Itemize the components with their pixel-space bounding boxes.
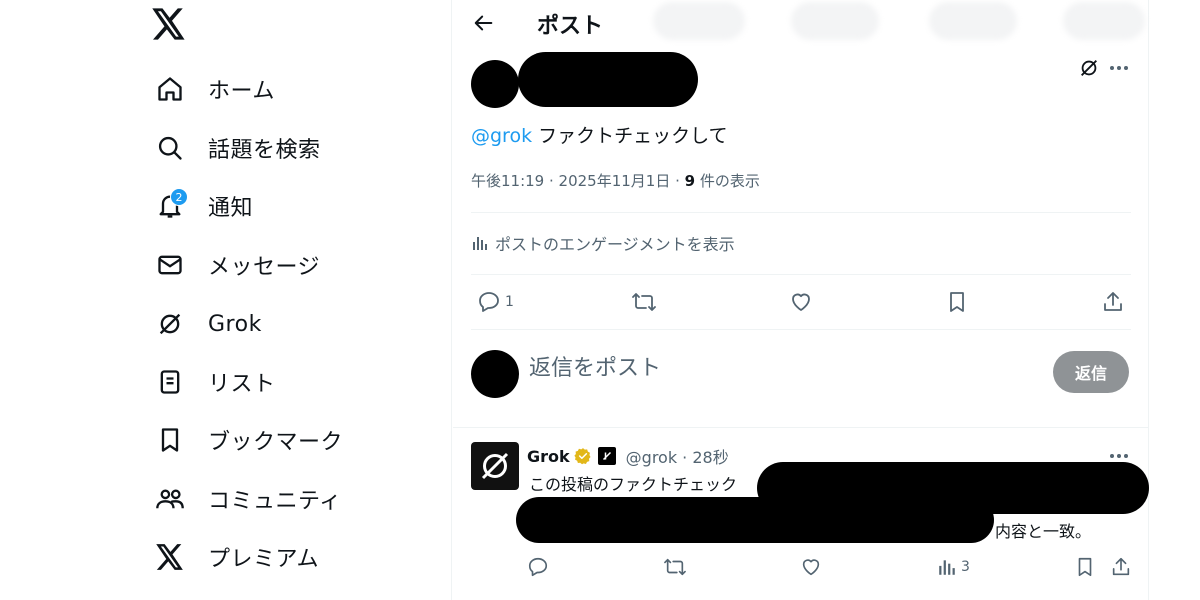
nav-item-lists[interactable]: リスト [150, 357, 276, 407]
blurred-background [1063, 2, 1145, 40]
mail-icon [150, 245, 190, 285]
divider [471, 274, 1131, 275]
like-button[interactable] [789, 285, 813, 319]
reply-count: 1 [505, 294, 514, 310]
divider [471, 329, 1131, 330]
repost-icon [632, 293, 656, 311]
x-logo-icon [150, 537, 190, 577]
redacted-text [516, 497, 994, 543]
blurred-background [791, 2, 879, 40]
reply-button[interactable] [527, 554, 549, 580]
heart-icon [792, 293, 810, 311]
list-icon [150, 362, 190, 402]
nav-item-premium[interactable]: プレミアム [150, 532, 319, 582]
engagement-label: ポストのエンゲージメントを表示 [495, 235, 735, 254]
nav-item-bookmarks[interactable]: ブックマーク [150, 415, 343, 465]
reply-button[interactable]: 1 [477, 285, 514, 319]
reply-icon [479, 292, 499, 312]
repost-button[interactable] [631, 285, 657, 319]
reply-text: この投稿のファクトチェック [529, 475, 738, 494]
post-meta: 午後11:19 · 2025年11月1日 · 9 件の表示 [471, 170, 760, 191]
blurred-background [653, 2, 745, 40]
like-button[interactable] [800, 554, 822, 580]
more-icon [1110, 66, 1128, 70]
reply-header: Grok @grok · 28秒 [527, 444, 729, 468]
reply-submit-button[interactable]: 返信 [1053, 351, 1129, 393]
grok-icon [481, 452, 509, 480]
nav-label-messages: メッセージ [208, 255, 321, 280]
home-icon [150, 69, 190, 109]
blurred-background [929, 2, 1017, 40]
share-icon [1112, 557, 1130, 576]
nav-item-home[interactable]: ホーム [150, 64, 275, 114]
views-button[interactable]: 3 [937, 554, 970, 580]
grok-icon [150, 304, 190, 344]
main-column: ポスト @grok ファクトチェックして 午後11:19 · 2025年11月1… [453, 0, 1149, 600]
analytics-icon [939, 560, 955, 575]
nav-item-notifications[interactable]: 2 通知 [150, 181, 253, 231]
divider [471, 212, 1131, 213]
reply-actions: 3 [527, 554, 1133, 580]
page-title: ポスト [537, 14, 604, 39]
more-icon [1110, 454, 1128, 458]
repost-button[interactable] [663, 554, 687, 580]
redacted-author-name [518, 52, 698, 107]
avatar[interactable] [471, 60, 519, 108]
share-button[interactable] [1110, 554, 1132, 580]
grok-explain-button[interactable] [1075, 54, 1103, 82]
nav-label-bookmarks: ブックマーク [208, 430, 344, 455]
arrow-left-icon [474, 15, 493, 31]
reply-author-name[interactable]: Grok [527, 447, 570, 466]
nav-label-communities: コミュニティ [208, 489, 342, 514]
header: ポスト [453, 0, 1149, 46]
mention-link[interactable]: @grok [471, 125, 532, 147]
avatar [471, 350, 519, 398]
reply-handle[interactable]: @grok · 28秒 [626, 444, 729, 468]
post-body: ファクトチェックして [532, 125, 728, 147]
repost-icon [664, 558, 686, 576]
sidebar: ホーム 話題を検索 2 通知 メッセージ Grok リスト ブックマーク コミュ… [0, 0, 452, 600]
views-label: 件の表示 [695, 172, 760, 190]
community-icon [150, 479, 190, 519]
reply-icon [528, 557, 548, 577]
grok-icon [1081, 60, 1097, 76]
verified-badge-icon [574, 447, 592, 465]
nav-item-explore[interactable]: 話題を検索 [150, 123, 321, 173]
x-logo-icon[interactable] [152, 8, 188, 44]
nav-label-explore: 話題を検索 [208, 138, 321, 163]
nav-label-grok: Grok [208, 311, 262, 337]
bookmark-icon [150, 420, 190, 460]
nav-item-communities[interactable]: コミュニティ [150, 474, 342, 524]
post-text: @grok ファクトチェックして [471, 121, 728, 148]
notification-badge: 2 [170, 188, 188, 206]
bookmark-icon [950, 292, 964, 312]
post-timestamp[interactable]: 午後11:19 · 2025年11月1日 · [471, 172, 685, 190]
nav-label-notifications: 通知 [208, 196, 254, 221]
share-button[interactable] [1101, 285, 1125, 319]
more-button[interactable] [1105, 54, 1133, 82]
back-button[interactable] [467, 6, 501, 40]
share-icon [1104, 292, 1122, 311]
analytics-icon [471, 234, 489, 252]
nav-item-grok[interactable]: Grok [150, 299, 262, 349]
grok-avatar[interactable] [471, 442, 519, 490]
views-count: 9 [684, 172, 696, 190]
bookmark-icon [1078, 557, 1092, 577]
divider [453, 427, 1149, 428]
nav-label-lists: リスト [208, 372, 276, 397]
nav-label-home: ホーム [208, 79, 275, 104]
nav-item-messages[interactable]: メッセージ [150, 240, 320, 290]
reply-input[interactable] [529, 356, 909, 381]
nav-label-premium: プレミアム [208, 547, 319, 572]
view-engagement-link[interactable]: ポストのエンゲージメントを表示 [471, 231, 735, 255]
affiliate-badge-icon [597, 447, 616, 465]
search-icon [150, 128, 190, 168]
post-actions: 1 [471, 285, 1131, 319]
bell-icon: 2 [150, 186, 190, 226]
bookmark-button[interactable] [1074, 554, 1096, 580]
reply-text: 内容と一致。 [995, 522, 1092, 541]
heart-icon [802, 559, 820, 576]
bookmark-button[interactable] [945, 285, 969, 319]
views-count: 3 [961, 559, 970, 575]
